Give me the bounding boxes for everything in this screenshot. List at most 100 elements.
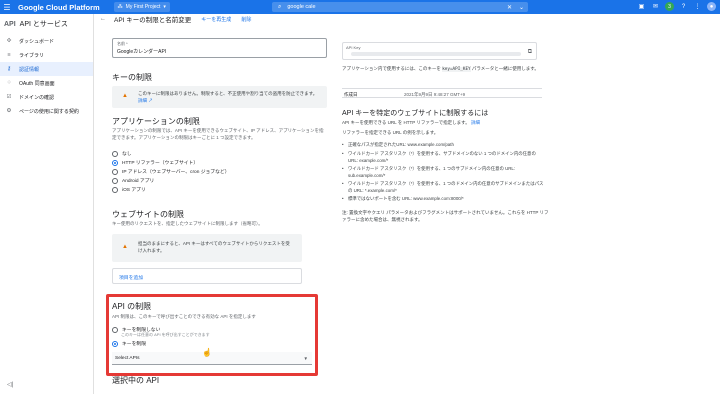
cloud-shell-icon[interactable]: ▣: [637, 2, 646, 11]
dashboard-icon: ✣: [6, 38, 12, 44]
app-restriction-heading: アプリケーションの制限: [112, 117, 200, 126]
project-dots-icon: ⁂: [117, 4, 123, 10]
radio-button[interactable]: [112, 150, 118, 157]
sidebar-item-label: ライブラリ: [19, 52, 45, 59]
website-help-p1: API キーを使用できる URL を HTTP リファラーで指定します。 詳細: [342, 120, 542, 127]
usage-text-2: パラメータと一緒に使用します。: [471, 66, 539, 71]
name-field[interactable]: 名前 * GoogleカレンダーAPI: [112, 38, 327, 58]
api-key-label: API Key: [346, 45, 361, 50]
copy-icon[interactable]: ⧉: [528, 49, 532, 56]
radio-label: iOS アプリ: [122, 188, 146, 193]
app-option-android[interactable]: Android アプリ: [112, 177, 154, 184]
page-header: ← API キーの制限と名前変更 キーを再生成 削除: [94, 14, 720, 24]
usage-text-1: アプリケーション内で使用するには、このキーを: [342, 66, 441, 71]
radio-button[interactable]: [112, 186, 118, 193]
add-item-button[interactable]: 項目を追加: [112, 268, 302, 284]
help-icon[interactable]: ?: [679, 2, 688, 11]
delete-button[interactable]: 削除: [241, 16, 251, 23]
notification-badge-icon[interactable]: 3: [665, 2, 674, 11]
key-warning-box: ▲ このキーに制限はありません。制限すると、不正使用や割り当ての盗用を防止できま…: [112, 86, 327, 108]
api-restriction-highlight: [106, 294, 318, 376]
sidebar: API API とサービス ✣ ダッシュボード ≡ ライブラリ ⚷ 認証情報 ⁘…: [0, 14, 94, 394]
sidebar-item-label: OAuth 同意画面: [19, 80, 55, 87]
website-warning-text: 担当のままにすると、API キーはすべてのウェブサイトからリクエストを受け入れま…: [138, 241, 290, 253]
app-option-none[interactable]: なし: [112, 150, 132, 157]
help-bullet-5: 標準ではないポートを含む URL: www.example.com:8000/*: [342, 196, 547, 203]
selected-apis-heading: 選択中の API: [112, 376, 160, 385]
sidebar-item-library[interactable]: ≡ ライブラリ: [0, 48, 93, 62]
radio-label: IP アドレス（ウェブサーバー、cron ジョブなど）: [122, 170, 230, 175]
add-item-label: 項目を追加: [119, 276, 143, 281]
key-icon: ⚷: [6, 66, 12, 72]
checkbox-icon: ☑: [6, 94, 12, 100]
warning-icon: ▲: [122, 93, 128, 99]
page-title: API キーの制限と名前変更: [114, 17, 192, 24]
api-key-usage-text: アプリケーション内で使用するには、このキーを key=API_KEY パラメータ…: [342, 66, 542, 74]
sidebar-item-label: 認証情報: [19, 66, 40, 73]
expand-icon[interactable]: ⌄: [519, 4, 524, 11]
chevron-down-icon: ▾: [163, 4, 166, 10]
back-arrow-icon[interactable]: ←: [100, 16, 106, 22]
sidebar-item-dashboard[interactable]: ✣ ダッシュボード: [0, 34, 93, 48]
radio-label: なし: [122, 152, 132, 157]
website-warning-box: ▲ 担当のままにすると、API キーはすべてのウェブサイトからリクエストを受け入…: [112, 234, 302, 262]
usage-code: key=API_KEY: [442, 67, 471, 72]
project-name: My First Project: [125, 4, 161, 10]
project-selector[interactable]: ⁂ My First Project ▾: [113, 2, 170, 12]
key-warning-message: このキーに制限はありません。制限すると、不正使用や割り当ての盗用を防止できます。: [138, 91, 318, 96]
help-bullet-2: ワイルドカード アスタリスク（*）を使用する、サブドメインのない 1 つのドメイ…: [342, 151, 547, 164]
radio-button-checked[interactable]: [112, 159, 118, 166]
gift-icon[interactable]: ✉: [651, 2, 660, 11]
radio-label: Android アプリ: [122, 179, 155, 184]
search-icon: ⌕: [278, 3, 282, 10]
sidebar-item-domain[interactable]: ☑ ドメインの確認: [0, 90, 93, 104]
radio-button[interactable]: [112, 168, 118, 175]
collapse-sidebar-icon[interactable]: ◁|: [7, 381, 13, 388]
library-icon: ≡: [7, 52, 11, 58]
help-bullet-1: 正確なパスが指定されたURL: www.example.com/path: [342, 142, 547, 149]
app-option-http[interactable]: HTTP リファラー（ウェブサイト）: [112, 159, 198, 166]
radio-button[interactable]: [112, 177, 118, 184]
help-p1-text: API キーを使用できる URL を HTTP リファラーで指定します。: [342, 120, 470, 125]
menu-icon[interactable]: ☰: [0, 0, 14, 14]
clear-icon[interactable]: ✕: [507, 4, 512, 11]
top-bar: ☰ Google Cloud Platform ⁂ My First Proje…: [0, 0, 720, 14]
search-bar[interactable]: ⌕ google cale ✕ ⌄: [272, 2, 528, 12]
sidebar-header: API API とサービス: [0, 14, 93, 34]
learn-more-link[interactable]: 詳細: [138, 98, 147, 103]
search-input[interactable]: google cale: [287, 4, 315, 10]
website-help-p2: リファラーを指定できる URL の例を示します。: [342, 130, 439, 135]
key-restriction-heading: キーの制限: [112, 73, 152, 82]
api-logo-icon: API: [4, 20, 16, 28]
sidebar-item-credentials[interactable]: ⚷ 認証情報: [0, 62, 93, 76]
app-option-ip[interactable]: IP アドレス（ウェブサーバー、cron ジョブなど）: [112, 168, 230, 175]
more-vert-icon[interactable]: ⋮: [693, 2, 702, 11]
website-restriction-heading: ウェブサイトの制限: [112, 210, 184, 219]
help-bullet-4: ワイルドカード アスタリスク（*）を使用する、1 つのドメイン内の任意のサブドメ…: [342, 181, 547, 194]
website-help-heading: API キーを特定のウェブサイトに制限するには: [342, 110, 489, 117]
api-key-box: API Key ⧉: [342, 42, 537, 60]
help-bullet-3: ワイルドカード アスタリスク（*）を使用する、1 つのサブドメイン内の任意の U…: [342, 166, 547, 179]
app-restriction-desc: アプリケーションの制限では、API キーを使用できるウェブサイト、IP アドレス…: [112, 128, 324, 140]
regenerate-key-button[interactable]: キーを再生成: [201, 16, 231, 23]
sidebar-item-label: ページの使用に関する契約: [19, 108, 79, 115]
app-option-ios[interactable]: iOS アプリ: [112, 186, 146, 193]
name-label: 名前 *: [117, 41, 128, 46]
created-row: 作成日 2021年9月9日 9:48:27 GMT+9: [342, 88, 542, 98]
sidebar-item-label: ドメインの確認: [19, 94, 55, 101]
settings-icon: ⚙: [6, 108, 12, 114]
help-learn-more-link[interactable]: 詳細: [471, 120, 480, 125]
key-warning-text: このキーに制限はありません。制限すると、不正使用や割り当ての盗用を防止できます。…: [138, 91, 318, 104]
main-content: 名前 * GoogleカレンダーAPI キーの制限 ▲ このキーに制限はありませ…: [94, 24, 720, 394]
sidebar-item-oauth[interactable]: ⁘ OAuth 同意画面: [0, 76, 93, 90]
sidebar-item-label: ダッシュボード: [19, 38, 55, 45]
api-key-value: [351, 52, 521, 56]
sidebar-item-agreements[interactable]: ⚙ ページの使用に関する契約: [0, 104, 93, 118]
brand-title[interactable]: Google Cloud Platform: [18, 3, 100, 12]
oauth-icon: ⁘: [6, 80, 12, 86]
created-value: 2021年9月9日 9:48:27 GMT+9: [404, 92, 466, 97]
avatar[interactable]: ●: [707, 2, 716, 11]
name-input[interactable]: GoogleカレンダーAPI: [117, 48, 166, 55]
external-link-icon[interactable]: ↗: [148, 98, 153, 103]
website-restriction-desc: キー使用のリクエストを、指定したウェブサイトに制限します（省略可）。: [112, 221, 263, 226]
